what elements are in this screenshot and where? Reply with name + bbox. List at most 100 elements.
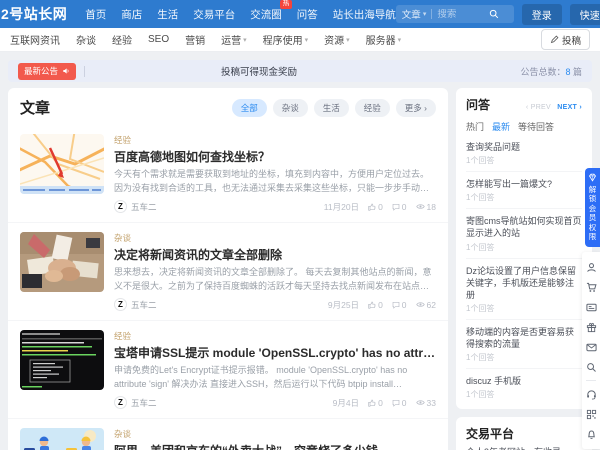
subnav-internet-news[interactable]: 互联网资讯 [10,32,60,47]
search-icon[interactable] [586,357,597,377]
view-count: 62 [426,299,436,310]
nav-qa[interactable]: 问答 [297,7,318,22]
subnav-operation[interactable]: 运营 ▾ [221,32,247,47]
subnav-experience[interactable]: 经验 [112,32,132,47]
avatar[interactable]: Z [114,200,127,213]
like-stat[interactable]: 0 [368,300,383,310]
article-row[interactable]: 杂谈 阿里、美团和京东的“外卖大战”，究竟烧了多少钱 来源: 硅星人 作者 ｜ … [8,418,448,450]
nav-home[interactable]: 首页 [85,7,106,22]
nav-circle[interactable]: 交流圈热 [250,0,292,22]
article-row[interactable]: 杂谈 决定将新闻资讯的文章全部删除 思来想去，决定将新闻资讯的文章全部删除了。 … [8,222,448,320]
comment-count: 0 [401,201,407,212]
nav-trade[interactable]: 交易平台 [193,7,235,22]
article-author[interactable]: 五车二 [131,299,157,311]
floating-toolbar [582,252,600,449]
page-title: 文章 [20,100,51,117]
qa-tab-latest[interactable]: 最新 [492,120,510,133]
article-category[interactable]: 杂谈 [114,232,436,244]
headset-icon[interactable] [586,384,597,404]
subnav-resources[interactable]: 资源 ▾ [324,32,350,47]
top-header: 2号站长网 首页 商店 生活 交易平台 交流圈热 问答 站长出海导航 文章▾ 登… [0,0,600,28]
article-title[interactable]: 阿里、美团和京东的“外卖大战”，究竟烧了多少钱 [114,442,436,450]
article-thumbnail-photo[interactable] [20,232,104,292]
next-button[interactable]: NEXT › [557,104,582,111]
mail-icon[interactable] [585,337,597,357]
delivery-riders-image [20,428,104,450]
article-category[interactable]: 经验 [114,330,436,342]
filter-misc[interactable]: 杂谈 [272,98,308,117]
qa-question: Dz论坛设置了用户信息保留关键字，手机版还是能够注册 [466,265,577,300]
search-icon[interactable] [489,9,499,19]
qa-pager: ‹ PREV NEXT › [526,104,582,111]
trade-item[interactable]: 个人3年老网站，有收录 出售8月14日 [466,442,582,450]
qa-answer-count: 1个回答 [466,242,495,252]
prev-button[interactable]: ‹ PREV [526,104,551,111]
article-thumbnail-illustration[interactable] [20,428,104,450]
announcement-total-label: 公告总数： [520,66,566,77]
article-thumbnail-terminal[interactable] [20,330,104,390]
qa-answer-count: 1个回答 [466,353,495,363]
article-title[interactable]: 百度高德地图如何查找坐标？ [114,148,436,165]
article-row[interactable]: 经验 宝塔申请SSL提示 module 'OpenSSL.crypto' has… [8,320,448,418]
filter-life[interactable]: 生活 [313,98,349,117]
cart-icon[interactable] [586,277,597,297]
avatar[interactable]: Z [114,298,127,311]
filter-all[interactable]: 全部 [231,98,267,117]
qa-item[interactable]: discuz 手机版 1个回答 [466,369,582,405]
qa-item[interactable]: 寄图cms导航站如何实现首页显示进入的站 1个回答 [466,209,582,259]
nav-life[interactable]: 生活 [157,7,178,22]
submit-post-button[interactable]: 投稿 [540,29,590,50]
subnav-seo[interactable]: SEO [148,34,169,45]
bell-icon[interactable] [586,424,597,444]
gift-icon[interactable] [586,317,597,337]
nav-overseas[interactable]: 站长出海导航 [333,7,396,22]
article-title[interactable]: 决定将新闻资讯的文章全部删除 [114,246,436,263]
article-meta: Z 五车二 11月20日 0 0 18 [114,200,436,213]
search-box[interactable]: 文章 ▾ [395,5,514,23]
qa-item[interactable]: 移动端的内容是否更容易获得搜索的流量 1个回答 [466,320,582,370]
qa-item[interactable]: 怎样能写出一篇爆文? 1个回答 [466,172,582,210]
like-stat[interactable]: 0 [368,202,383,212]
comment-stat[interactable]: 0 [392,300,407,310]
article-category[interactable]: 杂谈 [114,428,436,440]
article-row[interactable]: 经验 百度高德地图如何查找坐标？ 今天有个需求就是需要获取到地址的坐标，填充到内… [8,125,448,222]
search-input[interactable] [437,8,490,20]
qa-tab-hot[interactable]: 热门 [466,120,484,133]
search-category-dropdown[interactable]: 文章 ▾ [402,7,427,21]
site-logo[interactable]: 2号站长网 [1,4,67,24]
chevron-down-icon: ▾ [397,36,402,44]
trade-widget: 交易平台 个人3年老网站，有收录 出售8月14日 3年书法资源站，有流量 出售8… [456,417,592,450]
qa-answer-count: 1个回答 [466,390,495,400]
qa-title: 问答 [466,98,491,112]
qa-item[interactable]: Dz论坛设置了用户信息保留关键字，手机版还是能够注册 1个回答 [466,259,582,320]
qrcode-icon[interactable] [586,404,597,424]
qa-question: 怎样能写出一篇爆文? [466,179,553,190]
subnav-marketing[interactable]: 营销 [185,32,205,47]
subnav-server[interactable]: 服务器 ▾ [366,32,402,47]
filter-experience[interactable]: 经验 [354,98,390,117]
nav-shop[interactable]: 商店 [121,7,142,22]
announcement-text[interactable]: 投稿可得现金奖励 [221,64,297,78]
subnav-misc[interactable]: 杂谈 [76,32,96,47]
article-date: 9月4日 [332,397,360,408]
comment-stat[interactable]: 0 [392,398,407,408]
article-category[interactable]: 经验 [114,134,436,146]
comment-count: 0 [401,299,407,310]
member-unlock-badge[interactable]: 解锁会员权限 [585,168,600,248]
login-button[interactable]: 登录 [521,3,562,25]
card-icon[interactable] [585,297,597,317]
article-author[interactable]: 五车二 [131,201,157,213]
qa-tab-unanswered[interactable]: 等待回答 [518,120,554,133]
filter-more[interactable]: 更多 › [395,98,436,117]
subnav-program-usage[interactable]: 程序使用 ▾ [263,32,309,47]
user-icon[interactable] [586,257,597,277]
qa-item[interactable]: 查询奖品问题 1个回答 [466,135,582,173]
like-count: 0 [378,397,383,408]
like-stat[interactable]: 0 [368,398,383,408]
comment-stat[interactable]: 0 [392,202,407,212]
avatar[interactable]: Z [114,396,127,409]
article-title[interactable]: 宝塔申请SSL提示 module 'OpenSSL.crypto' has no… [114,344,436,361]
article-author[interactable]: 五车二 [131,397,157,409]
article-thumbnail-map[interactable] [20,134,104,194]
register-button[interactable]: 快速注册 [569,3,600,25]
